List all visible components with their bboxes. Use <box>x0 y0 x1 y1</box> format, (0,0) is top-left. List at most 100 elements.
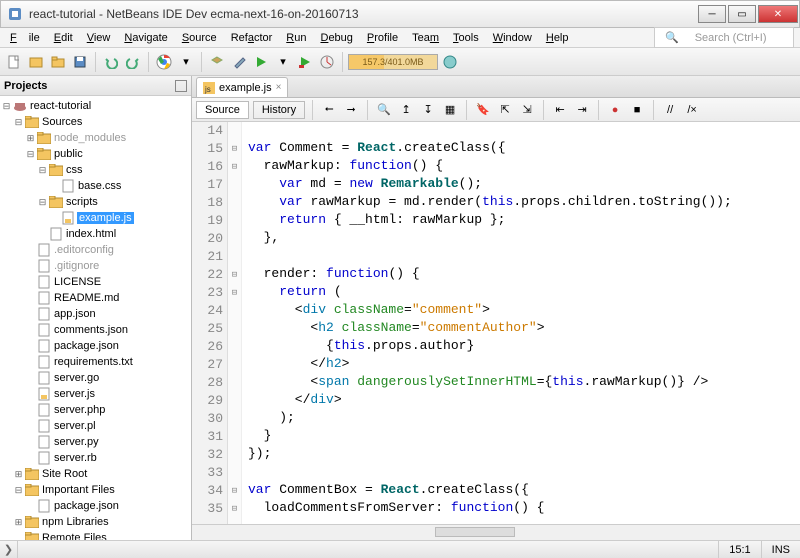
tree-item[interactable]: .gitignore <box>2 258 189 274</box>
menu-refactor[interactable]: Refactor <box>225 30 279 46</box>
tree-icon <box>37 371 51 385</box>
find-next-icon[interactable]: ↧ <box>419 101 437 119</box>
tree-item[interactable]: index.html <box>2 226 189 242</box>
menu-run[interactable]: Run <box>280 30 312 46</box>
global-search-input[interactable]: 🔍 Search (Ctrl+I) <box>654 27 794 48</box>
tree-item[interactable]: package.json <box>2 338 189 354</box>
comment-icon[interactable]: // <box>661 101 679 119</box>
prev-bookmark-icon[interactable]: ⇱ <box>496 101 514 119</box>
tree-item[interactable]: LICENSE <box>2 274 189 290</box>
menu-view[interactable]: View <box>81 30 117 46</box>
highlight-icon[interactable]: ▦ <box>441 101 459 119</box>
fold-column[interactable]: ⊟⊟⊟⊟⊟⊟ <box>228 122 242 524</box>
menu-window[interactable]: Window <box>487 30 538 46</box>
tree-item[interactable]: example.js <box>2 210 189 226</box>
tree-item[interactable]: .editorconfig <box>2 242 189 258</box>
tree-label: example.js <box>77 212 134 224</box>
tree-item[interactable]: README.md <box>2 290 189 306</box>
tree-item[interactable]: ⊞npm Libraries <box>2 514 189 530</box>
tree-item[interactable]: Remote Files <box>2 530 189 540</box>
clean-build-icon[interactable] <box>229 52 249 72</box>
tree-item[interactable]: ⊞node_modules <box>2 130 189 146</box>
menu-edit[interactable]: Edit <box>48 30 79 46</box>
macro-rec-icon[interactable]: ● <box>606 101 624 119</box>
history-tab[interactable]: History <box>253 101 305 119</box>
tree-item[interactable]: server.go <box>2 370 189 386</box>
nav-fwd-icon[interactable]: ⭢ <box>342 101 360 119</box>
tree-item[interactable]: ⊟css <box>2 162 189 178</box>
tree-item[interactable]: ⊟public <box>2 146 189 162</box>
find-sel-icon[interactable]: 🔍 <box>375 101 393 119</box>
close-tab-icon[interactable]: × <box>276 82 282 93</box>
next-bookmark-icon[interactable]: ⇲ <box>518 101 536 119</box>
shift-right-icon[interactable]: ⇥ <box>573 101 591 119</box>
tree-item[interactable]: server.pl <box>2 418 189 434</box>
status-expand-icon[interactable]: ❯ <box>0 541 18 558</box>
find-prev-icon[interactable]: ↥ <box>397 101 415 119</box>
tree-item[interactable]: comments.json <box>2 322 189 338</box>
menu-bar: File Edit View Navigate Source Refactor … <box>0 28 800 48</box>
tree-item[interactable]: ⊟scripts <box>2 194 189 210</box>
minimize-button[interactable]: ─ <box>698 5 726 23</box>
svg-text:js: js <box>204 85 211 94</box>
code-editor[interactable]: 1415161718192021222324252627282930313233… <box>192 122 800 524</box>
source-tab[interactable]: Source <box>196 101 249 119</box>
projects-sidebar: Projects ⊟react-tutorial⊟Sources⊞node_mo… <box>0 76 192 540</box>
tree-item[interactable]: server.py <box>2 434 189 450</box>
menu-profile[interactable]: Profile <box>361 30 404 46</box>
build-icon[interactable] <box>207 52 227 72</box>
uncomment-icon[interactable]: /× <box>683 101 701 119</box>
tree-item[interactable]: ⊟Important Files <box>2 482 189 498</box>
panel-min-icon[interactable] <box>175 80 187 92</box>
source-text[interactable]: var Comment = React.createClass({ rawMar… <box>242 122 800 524</box>
profile-icon[interactable] <box>317 52 337 72</box>
projects-panel-header[interactable]: Projects <box>0 76 191 96</box>
toggle-bookmark-icon[interactable]: 🔖 <box>474 101 492 119</box>
menu-debug[interactable]: Debug <box>314 30 358 46</box>
new-project-icon[interactable] <box>26 52 46 72</box>
tree-item[interactable]: ⊟react-tutorial <box>2 98 189 114</box>
tree-icon <box>61 179 75 193</box>
maximize-button[interactable]: ▭ <box>728 5 756 23</box>
menu-help[interactable]: Help <box>540 30 575 46</box>
tree-item[interactable]: server.rb <box>2 450 189 466</box>
tree-item[interactable]: package.json <box>2 498 189 514</box>
chevron-down-icon[interactable]: ▾ <box>273 52 293 72</box>
tree-item[interactable]: requirements.txt <box>2 354 189 370</box>
open-icon[interactable] <box>48 52 68 72</box>
chevron-down-icon[interactable]: ▾ <box>176 52 196 72</box>
tree-icon <box>37 147 51 161</box>
undo-icon[interactable] <box>101 52 121 72</box>
menu-navigate[interactable]: Navigate <box>118 30 173 46</box>
memory-usage[interactable]: 157.3/401.0MB <box>348 54 438 70</box>
line-number-gutter: 1415161718192021222324252627282930313233… <box>192 122 228 524</box>
run-icon[interactable] <box>251 52 271 72</box>
debug-icon[interactable] <box>295 52 315 72</box>
tree-item[interactable]: ⊟Sources <box>2 114 189 130</box>
shift-left-icon[interactable]: ⇤ <box>551 101 569 119</box>
menu-file[interactable]: File <box>4 30 46 46</box>
tree-item[interactable]: server.php <box>2 402 189 418</box>
menu-team[interactable]: Team <box>406 30 445 46</box>
redo-icon[interactable] <box>123 52 143 72</box>
gc-icon[interactable] <box>440 52 460 72</box>
macro-stop-icon[interactable]: ■ <box>628 101 646 119</box>
tree-item[interactable]: base.css <box>2 178 189 194</box>
project-tree[interactable]: ⊟react-tutorial⊟Sources⊞node_modules⊟pub… <box>0 96 191 540</box>
js-file-icon: js <box>203 82 215 94</box>
close-button[interactable]: ✕ <box>758 5 798 23</box>
menu-tools[interactable]: Tools <box>447 30 485 46</box>
nav-back-icon[interactable]: ⭠ <box>320 101 338 119</box>
tree-icon <box>25 115 39 129</box>
new-file-icon[interactable] <box>4 52 24 72</box>
tree-item[interactable]: ⊞Site Root <box>2 466 189 482</box>
tree-label: base.css <box>77 180 122 192</box>
insert-mode: INS <box>761 541 800 558</box>
tree-item[interactable]: server.js <box>2 386 189 402</box>
browser-chrome-icon[interactable] <box>154 52 174 72</box>
editor-h-scrollbar[interactable] <box>192 524 800 540</box>
file-tab-example[interactable]: js example.js × <box>196 77 288 97</box>
menu-source[interactable]: Source <box>176 30 223 46</box>
tree-item[interactable]: app.json <box>2 306 189 322</box>
save-all-icon[interactable] <box>70 52 90 72</box>
